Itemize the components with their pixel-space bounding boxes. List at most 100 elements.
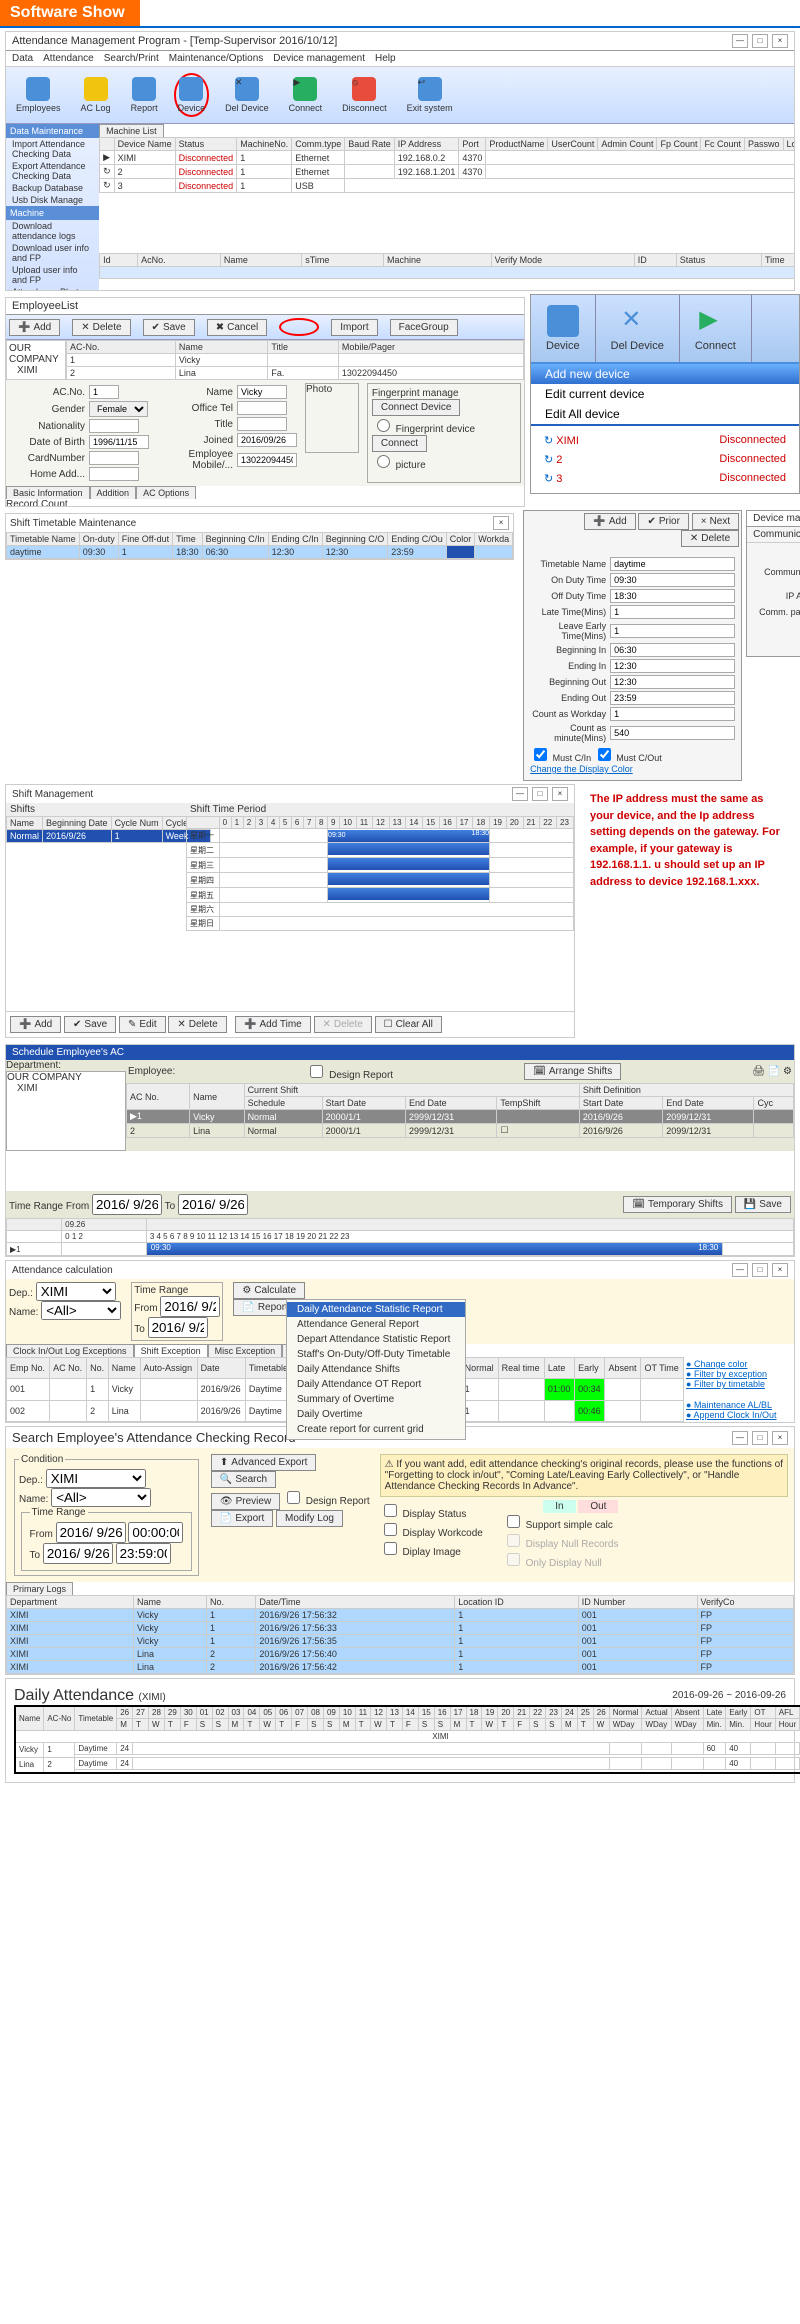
- link-filter-tt[interactable]: ● Filter by timetable: [686, 1379, 792, 1389]
- table-row[interactable]: ▶1VickyNormal2000/1/12999/12/312016/9/26…: [127, 1110, 794, 1124]
- preview-btn[interactable]: 👁 Preview: [211, 1493, 280, 1510]
- table-row[interactable]: 2LinaNormal2000/1/12999/12/31☐2016/9/262…: [127, 1124, 794, 1138]
- change-color-link[interactable]: Change the Display Color: [530, 764, 735, 774]
- menu-help[interactable]: Help: [375, 53, 396, 64]
- company-node[interactable]: OUR COMPANY: [7, 1072, 125, 1083]
- to-date[interactable]: [43, 1543, 113, 1564]
- machine-list-tab[interactable]: Machine List: [99, 124, 164, 137]
- from-date[interactable]: [160, 1296, 220, 1317]
- rep-depart[interactable]: Depart Attendance Statistic Report: [287, 1332, 465, 1347]
- zoom-device-button[interactable]: Device: [531, 295, 596, 362]
- side-dl-user[interactable]: Download user info and FP: [6, 242, 99, 264]
- count-min[interactable]: [610, 726, 735, 740]
- name-input[interactable]: [237, 385, 287, 399]
- table-row[interactable]: XIMIVicky12016/9/26 17:56:331001FP: [7, 1621, 794, 1634]
- addtime-btn[interactable]: ➕ Add Time: [235, 1016, 311, 1033]
- design-check[interactable]: [287, 1491, 300, 1504]
- trans-button[interactable]: [279, 318, 319, 336]
- mobile-input[interactable]: [237, 453, 297, 467]
- to-time[interactable]: [116, 1543, 171, 1564]
- table-row[interactable]: Normal2016/9/261Week: [7, 830, 211, 843]
- disp-wc[interactable]: [384, 1523, 397, 1536]
- add-button[interactable]: ➕ Add: [9, 319, 60, 336]
- late-mins[interactable]: [610, 605, 735, 619]
- table-row[interactable]: XIMILina22016/9/26 17:56:421001FP: [7, 1660, 794, 1673]
- card-input[interactable]: [89, 451, 139, 465]
- dep-select[interactable]: XIMI: [36, 1282, 116, 1301]
- disconnect-button[interactable]: ⦸Disconnect: [338, 75, 391, 115]
- primary-logs-tab[interactable]: Primary Logs: [6, 1582, 73, 1595]
- close-button[interactable]: ×: [493, 516, 509, 530]
- link-filter-exc[interactable]: ● Filter by exception: [686, 1369, 792, 1379]
- cancel-button[interactable]: ✖ Cancel: [207, 319, 268, 336]
- temp-shifts-btn[interactable]: 🗓 Temporary Shifts: [623, 1196, 732, 1213]
- table-row[interactable]: XIMIVicky12016/9/26 17:56:351001FP: [7, 1634, 794, 1647]
- list-item[interactable]: ↻ XIMIDisconnected: [536, 431, 794, 450]
- rep-general[interactable]: Attendance General Report: [287, 1317, 465, 1332]
- prior-button[interactable]: ✔Prior: [638, 513, 689, 530]
- maximize-button[interactable]: □: [752, 34, 768, 48]
- must-cout[interactable]: [598, 748, 611, 761]
- name-select[interactable]: <All>: [51, 1488, 151, 1507]
- menu-search[interactable]: Search/Print: [104, 53, 159, 64]
- side-backup[interactable]: Backup Database: [6, 182, 99, 194]
- side-usb[interactable]: Usb Disk Manage: [6, 194, 99, 206]
- menu-maint[interactable]: Maintenance/Options: [169, 53, 264, 64]
- close-btn[interactable]: ×: [772, 1431, 788, 1445]
- on-duty[interactable]: [610, 573, 735, 587]
- disp-img[interactable]: [384, 1542, 397, 1555]
- fp-radio[interactable]: [377, 419, 390, 432]
- rep-sum[interactable]: Summary of Overtime: [287, 1392, 465, 1407]
- to-date[interactable]: [178, 1194, 248, 1215]
- close-button[interactable]: ×: [772, 34, 788, 48]
- table-row[interactable]: ▶XIMIDisconnected1Ethernet192.168.0.2437…: [100, 151, 795, 165]
- exit-button[interactable]: ↩Exit system: [403, 75, 457, 115]
- import-button[interactable]: Import: [331, 319, 377, 336]
- menu-edit-device[interactable]: Edit current device: [531, 384, 799, 404]
- employees-button[interactable]: Employees: [12, 75, 65, 115]
- table-row[interactable]: ↻2Disconnected1Ethernet192.168.1.2014370: [100, 165, 795, 179]
- close-btn[interactable]: ×: [552, 787, 568, 801]
- design-check[interactable]: [310, 1065, 323, 1078]
- link-append[interactable]: ● Append Clock In/Out: [686, 1410, 792, 1420]
- workday[interactable]: [610, 707, 735, 721]
- table-row[interactable]: daytime09:30118:3006:3012:3012:3023:59: [7, 546, 513, 559]
- delete-button[interactable]: ✕ Delete: [72, 319, 130, 336]
- list-item[interactable]: ↻ 2Disconnected: [536, 450, 794, 469]
- link-maint[interactable]: ● Maintenance AL/BL: [686, 1400, 792, 1410]
- del-device-button[interactable]: ✕Del Device: [221, 75, 273, 115]
- list-item[interactable]: ↻ 3Disconnected: [536, 469, 794, 488]
- rep-create[interactable]: Create report for current grid: [287, 1422, 465, 1437]
- rep-ot[interactable]: Daily Attendance OT Report: [287, 1377, 465, 1392]
- modify-btn[interactable]: Modify Log: [276, 1510, 343, 1527]
- edit-btn[interactable]: ✎ Edit: [119, 1016, 166, 1033]
- tt-name[interactable]: [610, 557, 735, 571]
- leave-mins[interactable]: [610, 624, 735, 638]
- begin-in[interactable]: [610, 643, 735, 657]
- rep-daily-stat[interactable]: Daily Attendance Statistic Report: [287, 1302, 465, 1317]
- menu-data[interactable]: Data: [12, 53, 33, 64]
- sub-node[interactable]: XIMI: [7, 1083, 125, 1094]
- from-date[interactable]: [92, 1194, 162, 1215]
- tab-ac[interactable]: AC Options: [136, 486, 196, 499]
- rep-shifts[interactable]: Daily Attendance Shifts: [287, 1362, 465, 1377]
- dep-select[interactable]: XIMI: [46, 1469, 146, 1488]
- search-btn[interactable]: 🔍 Search: [211, 1471, 276, 1488]
- zoom-connect-button[interactable]: ▶Connect: [680, 295, 752, 362]
- zoom-del-button[interactable]: ✕Del Device: [596, 295, 680, 362]
- link-color[interactable]: ● Change color: [686, 1359, 792, 1369]
- max-btn[interactable]: □: [532, 787, 548, 801]
- clear-btn[interactable]: ☐ Clear All: [375, 1016, 442, 1033]
- menu-attendance[interactable]: Attendance: [43, 53, 94, 64]
- side-dl-logs[interactable]: Download attendance logs: [6, 220, 99, 242]
- end-out[interactable]: [610, 691, 735, 705]
- subcompany[interactable]: XIMI: [9, 365, 63, 376]
- to-date[interactable]: [148, 1317, 208, 1338]
- aclog-button[interactable]: AC Log: [77, 75, 115, 115]
- delete-button[interactable]: ✕Delete: [681, 530, 739, 547]
- tab-shift[interactable]: Shift Exception: [134, 1344, 208, 1357]
- from-time[interactable]: [128, 1522, 183, 1543]
- deltime-btn[interactable]: ✕ Delete: [314, 1016, 372, 1033]
- connect-btn[interactable]: Connect: [372, 435, 427, 452]
- facegroup-button[interactable]: FaceGroup: [390, 319, 458, 336]
